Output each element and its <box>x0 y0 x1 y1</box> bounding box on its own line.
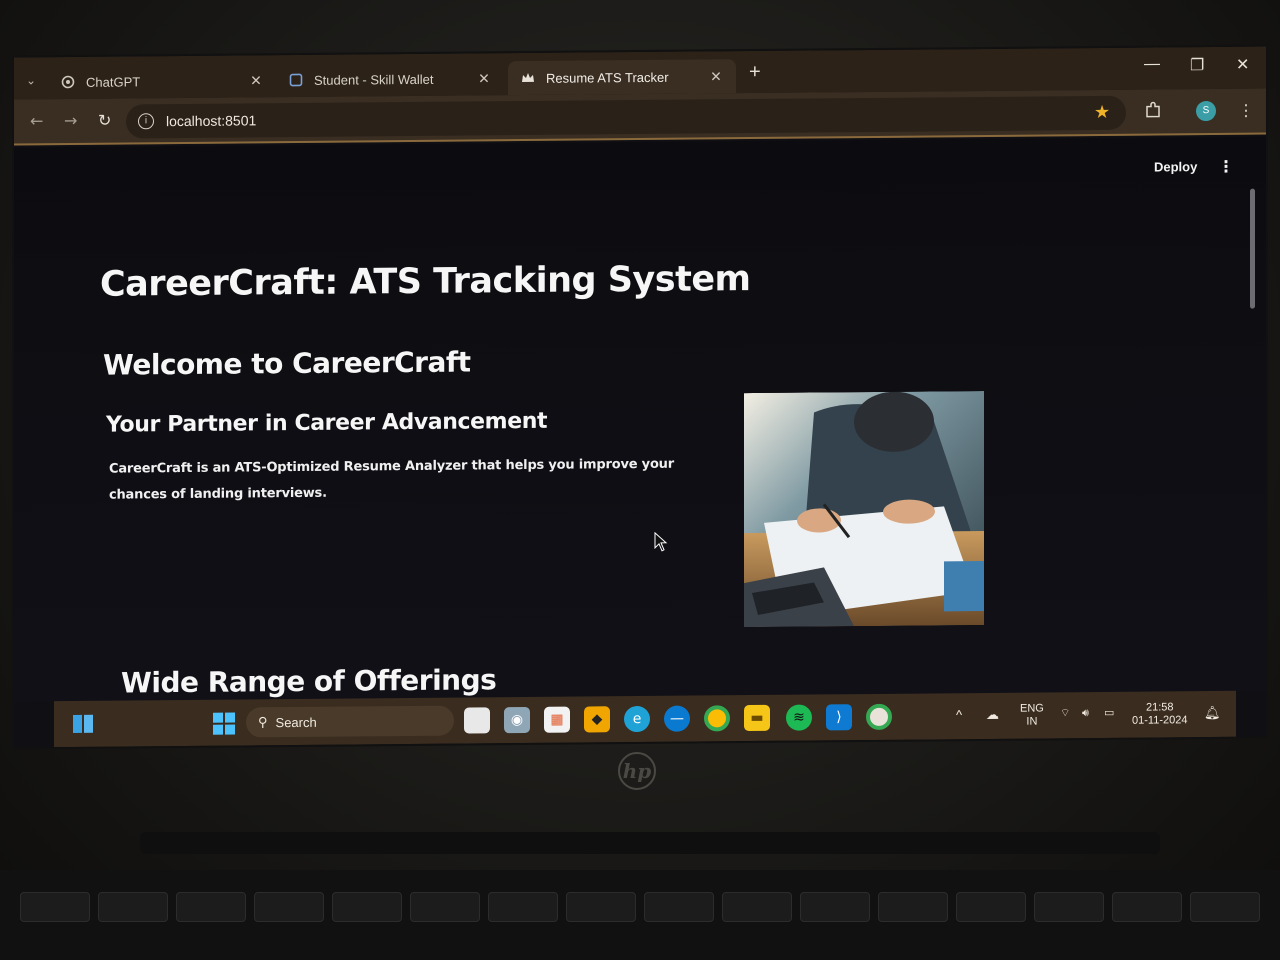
language-code: ENG <box>1020 702 1044 715</box>
function-key <box>332 892 402 922</box>
show-hidden-icons-chevron-icon[interactable]: ^ <box>956 707 962 722</box>
taskbar-search-box[interactable]: ⚲ Search <box>246 705 454 738</box>
function-key <box>566 892 636 922</box>
hero-image <box>744 390 984 628</box>
git-icon[interactable]: ◆ <box>584 706 610 733</box>
restore-icon[interactable]: ❐ <box>1190 55 1204 75</box>
camera-app-icon[interactable]: ◉ <box>504 706 530 734</box>
tab-search-chevron-icon[interactable]: ⌄ <box>22 71 40 89</box>
offerings-heading: Wide Range of Offerings <box>121 663 497 700</box>
site-info-icon[interactable]: i <box>138 113 154 130</box>
function-key <box>878 892 948 922</box>
page-title: CareerCraft: ATS Tracking System <box>100 259 751 305</box>
delete-key <box>1190 892 1260 922</box>
chrome-active-icon[interactable] <box>866 703 892 731</box>
hp-logo: hp <box>618 752 656 790</box>
mouse-cursor-icon <box>654 531 668 556</box>
profile-avatar[interactable]: S <box>1196 100 1216 122</box>
battery-icon[interactable]: ▭ <box>1104 707 1114 720</box>
function-key <box>176 892 246 922</box>
wifi-icon[interactable]: ⌔ <box>1060 707 1070 720</box>
function-key <box>488 892 558 922</box>
region-code: IN <box>1026 715 1038 728</box>
close-icon[interactable]: ✕ <box>708 68 724 85</box>
spotify-icon[interactable]: ≋ <box>786 704 812 731</box>
function-key <box>722 892 792 922</box>
file-explorer-icon[interactable]: ▬ <box>744 704 770 732</box>
search-icon: ⚲ <box>258 714 268 730</box>
deploy-button[interactable]: Deploy <box>1154 159 1197 174</box>
back-arrow-icon[interactable]: ← <box>30 111 43 130</box>
streamlit-crown-icon <box>520 70 536 86</box>
function-key <box>1034 892 1104 922</box>
browser-toolbar: ← → ↻ i localhost:8501 ★ S ⋮ <box>14 88 1266 146</box>
extensions-puzzle-icon[interactable] <box>1144 101 1162 123</box>
tab-title: ChatGPT <box>86 73 141 90</box>
subtitle-heading: Your Partner in Career Advancement <box>106 408 548 438</box>
minimize-icon[interactable]: — <box>1144 55 1160 73</box>
notification-bell-icon[interactable]: 🔔︎ <box>1204 705 1221 720</box>
search-label: Search <box>275 714 317 730</box>
page-icon <box>288 72 304 88</box>
laptop-keyboard <box>0 870 1280 960</box>
function-key <box>254 892 324 922</box>
language-indicator[interactable]: ENG IN <box>1020 702 1044 728</box>
browser-menu-dots-icon[interactable]: ⋮ <box>1238 101 1254 120</box>
clock-time: 21:58 <box>1145 701 1174 714</box>
laptop-hinge <box>140 832 1160 854</box>
tab-chatgpt[interactable]: ChatGPT ✕ <box>48 63 276 99</box>
volume-icon[interactable]: 🔊︎ <box>1082 707 1089 720</box>
tab-title: Student - Skill Wallet <box>314 71 434 88</box>
function-key <box>800 892 870 922</box>
function-key <box>644 892 714 922</box>
reload-icon[interactable]: ↻ <box>98 111 111 130</box>
new-tab-plus-icon[interactable]: + <box>749 61 761 84</box>
tab-resume-ats-tracker[interactable]: Resume ATS Tracker ✕ <box>508 59 736 96</box>
tab-title: Resume ATS Tracker <box>546 69 669 86</box>
window-close-icon[interactable]: ✕ <box>1236 55 1249 75</box>
tab-skill-wallet[interactable]: Student - Skill Wallet ✕ <box>276 61 504 97</box>
chrome-icon[interactable] <box>704 705 730 732</box>
function-key <box>98 892 168 922</box>
teams-meet-icon[interactable]: — <box>664 705 690 732</box>
esc-key <box>20 892 90 922</box>
laptop-screen: ⌄ ChatGPT ✕ Student - Skill Wallet ✕ Res… <box>14 46 1266 748</box>
task-view-icon[interactable] <box>464 707 490 734</box>
close-icon[interactable]: ✕ <box>248 72 264 89</box>
power-key <box>1112 892 1182 922</box>
clock-date: 01-11-2024 <box>1132 714 1188 727</box>
description-text: CareerCraft is an ATS-Optimized Resume A… <box>109 456 674 503</box>
clock[interactable]: 21:58 01-11-2024 <box>1132 701 1187 727</box>
welcome-heading: Welcome to CareerCraft <box>103 345 471 382</box>
function-key <box>956 892 1026 922</box>
app-menu-dots-icon[interactable]: ⋮ <box>1218 157 1234 176</box>
start-windows-icon[interactable] <box>212 712 236 740</box>
bookmark-star-icon[interactable]: ★ <box>1094 102 1110 123</box>
onedrive-cloud-icon[interactable]: ☁ <box>986 707 999 722</box>
url-text: localhost:8501 <box>166 112 257 130</box>
vscode-icon[interactable]: ⟩ <box>826 704 852 731</box>
streamlit-page: Deploy ⋮ CareerCraft: ATS Tracking Syste… <box>14 136 1266 702</box>
chatgpt-icon <box>60 74 76 90</box>
address-bar[interactable]: i localhost:8501 <box>126 95 1126 139</box>
store-icon[interactable]: ▦ <box>544 706 570 733</box>
edge-browser-icon[interactable]: e <box>624 705 650 733</box>
function-key <box>410 892 480 922</box>
forward-arrow-icon[interactable]: → <box>64 111 77 130</box>
widgets-icon[interactable] <box>72 714 94 734</box>
page-scrollbar[interactable] <box>1250 188 1255 309</box>
close-icon[interactable]: ✕ <box>476 70 492 87</box>
